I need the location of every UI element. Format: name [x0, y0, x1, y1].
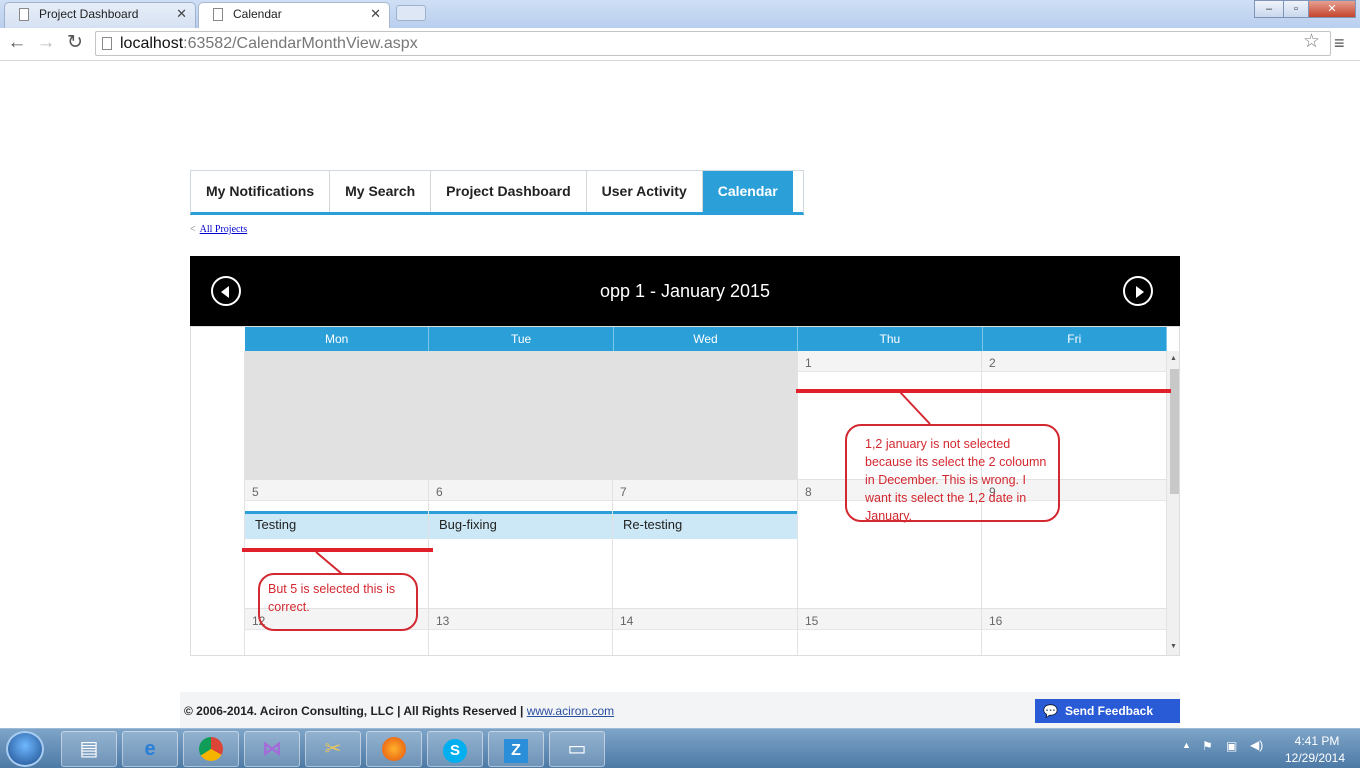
maximize-window-button[interactable]: ▫ [1283, 0, 1309, 18]
file-explorer-icon[interactable]: ▤ [61, 731, 117, 767]
tab-calendar[interactable]: Calendar [702, 171, 793, 212]
time-gutter [191, 351, 245, 655]
browser-toolbar: ← → ↻ localhost:63582/CalendarMonthView.… [0, 28, 1360, 61]
event-bug-fixing[interactable]: Bug-fixing [429, 511, 612, 539]
address-bar[interactable]: localhost:63582/CalendarMonthView.aspx [95, 31, 1331, 56]
day-number: 6 [429, 480, 612, 501]
internet-explorer-icon[interactable]: e [122, 731, 178, 767]
day-number: 13 [429, 609, 612, 630]
browser-tab-strip: Project Dashboard ✕ Calendar ✕ – ▫ ✕ [0, 0, 1360, 29]
day-cell-14[interactable]: 14 [613, 609, 798, 655]
day-header-wed: Wed [614, 327, 799, 351]
page-icon [102, 37, 112, 50]
calendar-header: opp 1 - January 2015 [190, 256, 1180, 326]
day-header-fri: Fri [983, 327, 1167, 351]
annotation-bubble-2: But 5 is selected this is correct. [258, 573, 418, 631]
next-month-button[interactable] [1123, 276, 1153, 306]
annotation-bubble-1: 1,2 january is not selected because its … [845, 424, 1060, 523]
scrollbar-thumb[interactable] [1170, 369, 1179, 494]
close-tab-icon[interactable]: ✕ [176, 3, 187, 25]
day-number: 16 [982, 609, 1166, 630]
app-nav-tabs: My Notifications My Search Project Dashb… [190, 170, 804, 215]
back-arrow-icon[interactable]: ← [5, 28, 29, 58]
close-tab-icon[interactable]: ✕ [370, 3, 381, 25]
copyright-text: © 2006-2014. Aciron Consulting, LLC | Al… [184, 704, 524, 718]
footer-copyright: © 2006-2014. Aciron Consulting, LLC | Al… [184, 704, 614, 718]
scroll-up-icon[interactable]: ▲ [1170, 355, 1177, 362]
event-re-testing[interactable]: Re-testing [613, 511, 797, 539]
clock-date[interactable]: 12/29/2014 [1280, 751, 1350, 765]
tab-user-activity[interactable]: User Activity [587, 171, 703, 212]
z-app-icon[interactable]: Z [488, 731, 544, 767]
bookmark-star-icon[interactable]: ☆ [1303, 30, 1320, 53]
all-projects-link[interactable]: All Projects [200, 224, 248, 235]
scroll-down-icon[interactable]: ▼ [1170, 643, 1177, 650]
day-number: 7 [613, 480, 797, 501]
breadcrumb: < All Projects [190, 224, 247, 235]
browser-tab-title: Calendar [233, 7, 282, 21]
browser-tab-calendar[interactable]: Calendar ✕ [198, 2, 390, 29]
app-icon[interactable]: ▭ [549, 731, 605, 767]
day-header-mon: Mon [245, 327, 430, 351]
calendar-title: opp 1 - January 2015 [599, 281, 771, 301]
send-feedback-button[interactable]: 💬 Send Feedback [1035, 699, 1180, 723]
feedback-icon: 💬 [1043, 704, 1058, 718]
breadcrumb-chevron: < [190, 224, 196, 235]
day-cell-6[interactable]: 6 Bug-fixing [429, 480, 613, 609]
tool-icon[interactable]: ✂ [305, 731, 361, 767]
day-cell-13[interactable]: 13 [429, 609, 613, 655]
menu-icon[interactable]: ≡ [1334, 28, 1345, 58]
chrome-icon[interactable] [183, 731, 239, 767]
day-cell-16[interactable]: 16 [982, 609, 1167, 655]
empty-december-cells [245, 351, 798, 480]
aciron-link[interactable]: www.aciron.com [527, 704, 614, 718]
tab-my-notifications[interactable]: My Notifications [191, 171, 331, 212]
network-icon[interactable]: ▣ [1226, 739, 1237, 753]
day-number: 14 [613, 609, 797, 630]
browser-tab-project-dashboard[interactable]: Project Dashboard ✕ [4, 2, 196, 28]
day-header-tue: Tue [429, 327, 614, 351]
event-testing[interactable]: Testing [245, 511, 428, 539]
system-tray: ▲ ⚑ ▣ ◀) 4:41 PM 12/29/2014 [1180, 729, 1360, 768]
day-number: 5 [245, 480, 428, 501]
clock-time[interactable]: 4:41 PM [1282, 734, 1352, 748]
volume-icon[interactable]: ◀) [1250, 738, 1263, 752]
new-tab-button[interactable] [396, 5, 426, 21]
firefox-icon[interactable] [366, 731, 422, 767]
day-header-thu: Thu [798, 327, 983, 351]
url-path: :63582/CalendarMonthView.aspx [183, 35, 418, 52]
visual-studio-icon[interactable]: ⋈ [244, 731, 300, 767]
day-cell-7[interactable]: 7 Re-testing [613, 480, 798, 609]
annotation-underline-1 [796, 389, 1171, 393]
send-feedback-label: Send Feedback [1065, 704, 1154, 718]
tray-expand-icon[interactable]: ▲ [1182, 740, 1191, 750]
document-icon [19, 8, 29, 21]
day-number: 15 [798, 609, 981, 630]
minimize-window-button[interactable]: – [1254, 0, 1284, 18]
reload-icon[interactable]: ↻ [63, 28, 87, 58]
browser-tab-title: Project Dashboard [39, 7, 139, 21]
skype-icon[interactable]: S [427, 731, 483, 767]
tab-my-search[interactable]: My Search [330, 171, 432, 212]
forward-arrow-icon[interactable]: → [34, 28, 58, 58]
day-header-row: Mon Tue Wed Thu Fri [245, 327, 1167, 351]
windows-taskbar: ▤ e ⋈ ✂ S Z ▭ ▲ ⚑ ▣ ◀) 4:41 PM 12/29/201… [0, 728, 1360, 768]
url-host: localhost [120, 35, 184, 52]
chevron-right-icon [1136, 286, 1144, 298]
close-window-button[interactable]: ✕ [1308, 0, 1356, 18]
day-number: 2 [982, 351, 1166, 372]
document-icon [213, 8, 223, 21]
tab-project-dashboard[interactable]: Project Dashboard [431, 171, 587, 212]
day-number: 1 [798, 351, 981, 372]
day-cell-15[interactable]: 15 [798, 609, 982, 655]
start-button[interactable] [6, 731, 44, 767]
flag-icon[interactable]: ⚑ [1202, 739, 1213, 753]
